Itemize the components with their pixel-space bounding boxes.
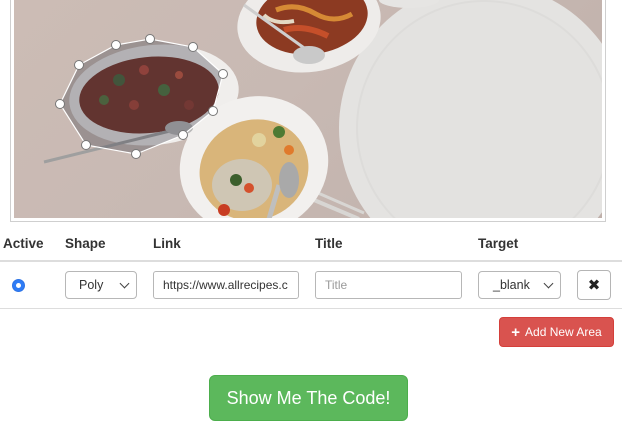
add-new-area-label: Add New Area <box>525 325 602 339</box>
add-new-area-button[interactable]: + Add New Area <box>499 317 614 347</box>
target-select[interactable]: _blank <box>478 271 561 299</box>
empty-plate <box>339 0 602 218</box>
table-header-row: Active Shape Link Title Target <box>0 226 622 262</box>
times-icon: ✖ <box>587 277 601 294</box>
polygon-handle <box>55 99 65 109</box>
active-cell <box>0 261 65 309</box>
image-map-frame <box>10 0 606 222</box>
active-radio[interactable] <box>12 278 25 292</box>
delete-area-button[interactable]: ✖ <box>577 270 611 300</box>
areas-table: Active Shape Link Title Target Poly http… <box>0 226 622 309</box>
show-code-button[interactable]: Show Me The Code! <box>209 375 408 421</box>
link-input[interactable]: https://www.allrecipes.c <box>153 271 299 299</box>
show-code-label: Show Me The Code! <box>226 387 391 408</box>
title-input[interactable]: Title <box>315 271 462 299</box>
chevron-down-icon <box>543 278 554 289</box>
polygon-handle <box>131 149 141 159</box>
header-active: Active <box>0 226 65 262</box>
title-input-placeholder: Title <box>325 278 348 292</box>
polygon-handle <box>178 130 188 140</box>
photo-canvas <box>43 0 602 218</box>
polygon-handle <box>218 69 228 79</box>
chevron-down-icon <box>119 278 130 289</box>
shape-select[interactable]: Poly <box>65 271 137 299</box>
polygon-handle <box>145 34 155 44</box>
link-input-value: https://www.allrecipes.c <box>163 278 288 292</box>
header-title: Title <box>315 226 478 262</box>
polygon-handle <box>188 42 198 52</box>
header-actions <box>577 226 622 262</box>
shape-select-value: Poly <box>79 278 104 292</box>
table-row: Poly https://www.allrecipes.c Title _bla… <box>0 261 622 309</box>
plus-icon: + <box>511 323 521 341</box>
polygon-handle <box>111 40 121 50</box>
header-target: Target <box>478 226 577 262</box>
header-link: Link <box>153 226 315 262</box>
polygon-handle <box>81 140 91 150</box>
polygon-handle <box>74 60 84 70</box>
polygon-handle <box>208 106 218 116</box>
header-shape: Shape <box>65 226 153 262</box>
target-select-value: _blank <box>493 278 530 292</box>
food-photo[interactable] <box>14 0 602 218</box>
